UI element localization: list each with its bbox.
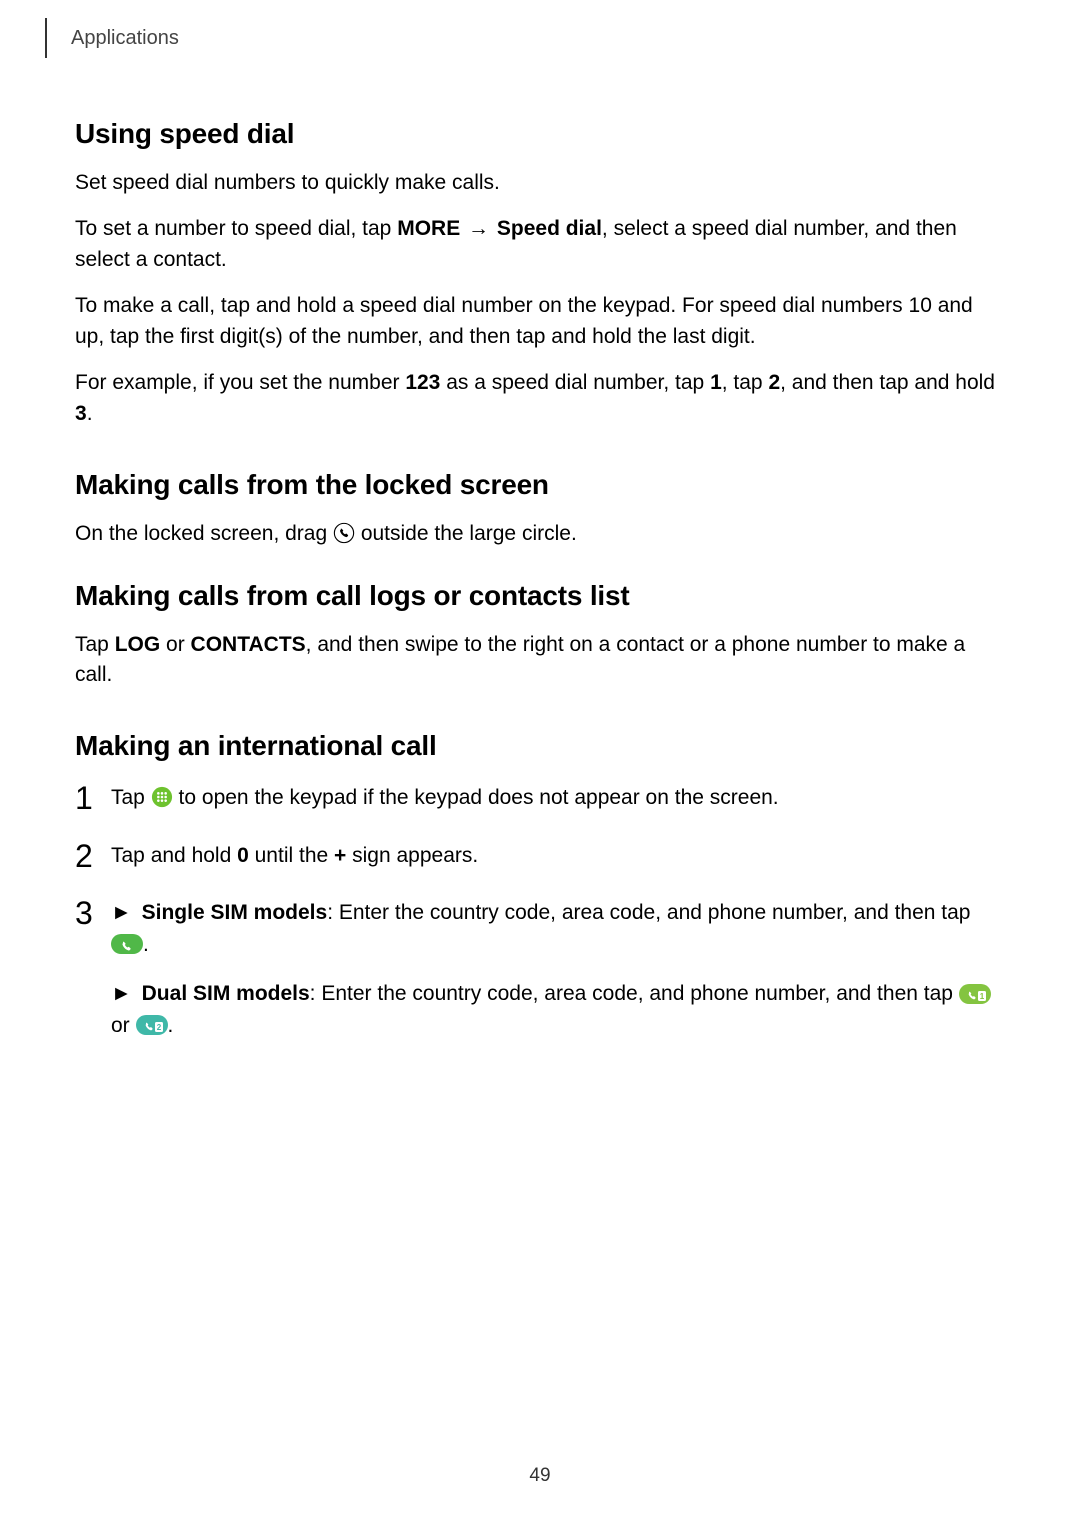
text-speed-p1: Set speed dial numbers to quickly make c…	[75, 168, 1005, 198]
text-fragment: to open the keypad if the keypad does no…	[179, 786, 779, 809]
label-log: LOG	[115, 633, 161, 656]
text-logs-p1: Tap LOG or CONTACTS, and then swipe to t…	[75, 630, 1005, 691]
phone-outline-icon	[333, 522, 355, 544]
label-dual-sim: Dual SIM models	[142, 982, 310, 1005]
text-fragment: until the	[249, 844, 334, 867]
text-fragment: or	[111, 1014, 136, 1037]
text-fragment: For example, if you set the number	[75, 371, 405, 394]
text-fragment: Tap	[111, 786, 151, 809]
text-fragment: : Enter the country code, area code, and…	[327, 901, 970, 924]
text-fragment: , tap	[722, 371, 769, 394]
keypad-icon	[151, 786, 173, 808]
heading-speed-dial: Using speed dial	[75, 118, 1005, 150]
label-plus: +	[334, 844, 346, 867]
text-speed-p3: To make a call, tap and hold a speed dia…	[75, 291, 1005, 352]
arrow-glyph: →	[460, 217, 497, 240]
text-fragment: : Enter the country code, area code, and…	[310, 982, 959, 1005]
text-locked-p1: On the locked screen, drag outside the l…	[75, 519, 1005, 549]
text-fragment: sign appears.	[346, 844, 478, 867]
step-3: ► Single SIM models: Enter the country c…	[75, 897, 1005, 1041]
heading-locked: Making calls from the locked screen	[75, 469, 1005, 501]
label-contacts: CONTACTS	[191, 633, 306, 656]
label-zero: 0	[237, 844, 249, 867]
step-2: Tap and hold 0 until the + sign appears.	[75, 840, 1005, 872]
label-123: 123	[405, 371, 440, 394]
step3-single: ► Single SIM models: Enter the country c…	[111, 897, 1005, 960]
call-sim2-icon: 2	[136, 1015, 168, 1035]
call-button-icon	[111, 934, 143, 954]
header-divider	[45, 18, 47, 58]
text-fragment: Tap and hold	[111, 844, 237, 867]
text-fragment: outside the large circle.	[361, 522, 577, 545]
text-fragment: .	[168, 1014, 174, 1037]
triangle-bullet-icon: ►	[111, 897, 132, 929]
label-single-sim: Single SIM models	[142, 901, 328, 924]
heading-logs: Making calls from call logs or contacts …	[75, 580, 1005, 612]
triangle-bullet-icon: ►	[111, 978, 132, 1010]
text-speed-p2: To set a number to speed dial, tap MORE …	[75, 214, 1005, 275]
section-speed-dial: Using speed dial Set speed dial numbers …	[75, 118, 1005, 429]
text-speed-p4: For example, if you set the number 123 a…	[75, 368, 1005, 429]
section-call-logs: Making calls from call logs or contacts …	[75, 580, 1005, 691]
label-more: MORE	[397, 217, 460, 240]
label-speed-dial: Speed dial	[497, 217, 602, 240]
text-fragment: .	[143, 933, 149, 956]
text-fragment: .	[87, 402, 93, 425]
page-header: Applications	[75, 18, 1005, 58]
section-locked-screen: Making calls from the locked screen On t…	[75, 469, 1005, 549]
call-sim1-icon: 1	[959, 984, 991, 1004]
text-fragment: as a speed dial number, tap	[440, 371, 710, 394]
breadcrumb: Applications	[71, 27, 179, 50]
section-international: Making an international call Tap to open…	[75, 730, 1005, 1041]
text-fragment: To set a number to speed dial, tap	[75, 217, 397, 240]
svg-text:2: 2	[156, 1023, 161, 1032]
text-fragment: or	[160, 633, 190, 656]
text-fragment: , and then tap and hold	[780, 371, 995, 394]
heading-intl: Making an international call	[75, 730, 1005, 762]
step-1: Tap to open the keypad if the keypad doe…	[75, 782, 1005, 814]
intl-steps: Tap to open the keypad if the keypad doe…	[75, 782, 1005, 1041]
text-fragment: Tap	[75, 633, 115, 656]
label-2: 2	[768, 371, 780, 394]
text-fragment: On the locked screen, drag	[75, 522, 333, 545]
label-3: 3	[75, 402, 87, 425]
page-number: 49	[0, 1465, 1080, 1487]
svg-text:1: 1	[980, 992, 985, 1001]
label-1: 1	[710, 371, 722, 394]
step3-dual: ► Dual SIM models: Enter the country cod…	[111, 978, 1005, 1041]
